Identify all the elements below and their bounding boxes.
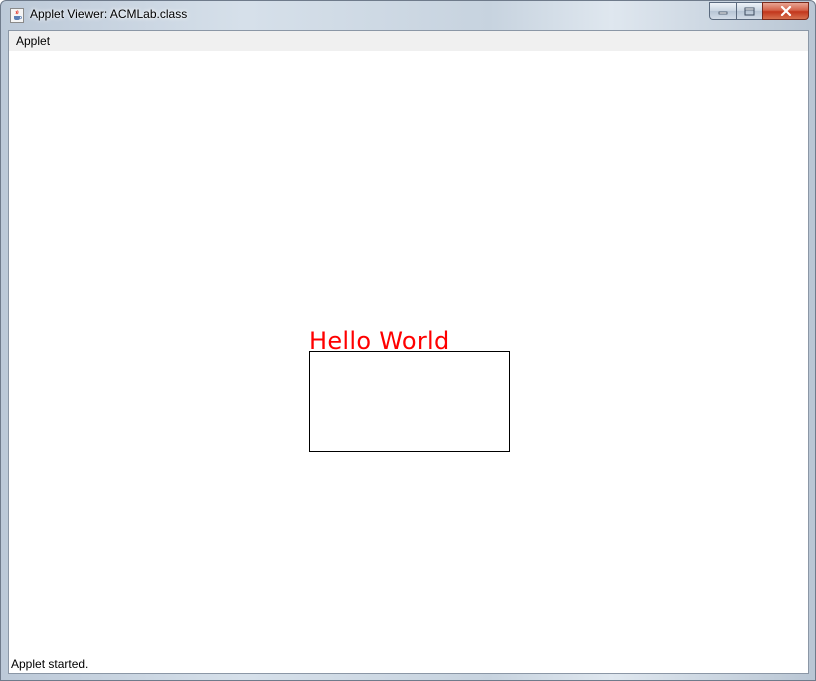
minimize-icon	[718, 11, 728, 15]
java-cup-icon[interactable]	[10, 8, 24, 23]
window-title: Applet Viewer: ACMLab.class	[30, 7, 188, 21]
title-bar[interactable]: Applet Viewer: ACMLab.class	[1, 1, 815, 30]
close-button[interactable]	[762, 2, 809, 20]
minimize-button[interactable]	[709, 2, 736, 20]
drawn-rectangle	[309, 351, 510, 452]
status-bar: Applet started.	[9, 653, 808, 673]
maximize-icon	[744, 7, 755, 15]
applet-canvas[interactable]: Hello World	[9, 51, 808, 653]
maximize-button[interactable]	[736, 2, 762, 20]
menu-applet[interactable]: Applet	[12, 33, 54, 49]
close-icon	[780, 6, 791, 16]
menu-bar: Applet	[9, 31, 808, 52]
status-text: Applet started.	[11, 657, 89, 671]
client-area: Applet Hello World Applet started.	[8, 30, 809, 674]
applet-viewer-window: Applet Viewer: ACMLab.class Applet Hello…	[0, 0, 816, 681]
caption-buttons	[709, 2, 809, 21]
